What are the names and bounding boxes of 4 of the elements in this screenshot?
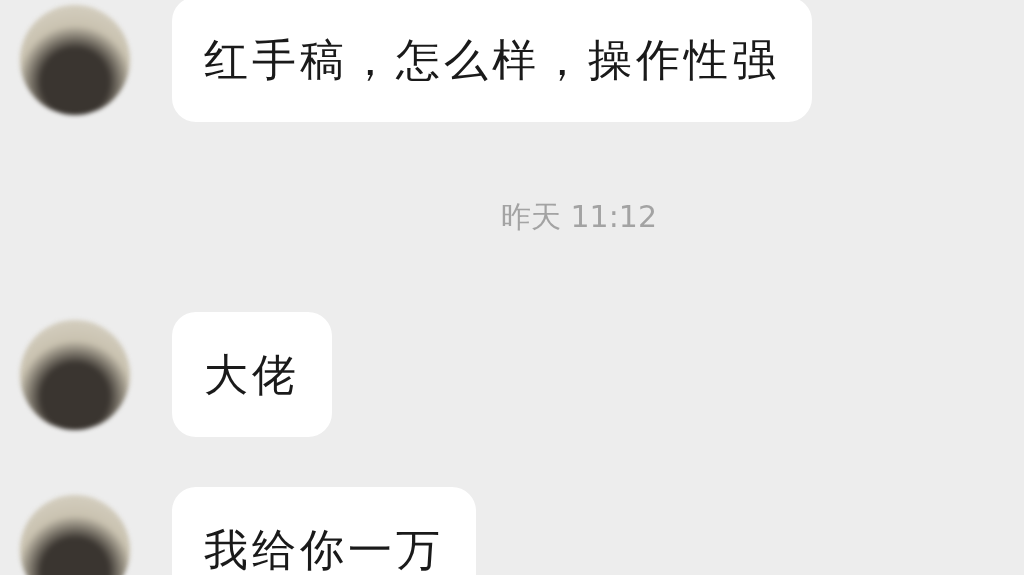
message-bubble: 红手稿，怎么样，操作性强 <box>172 0 812 122</box>
timestamp: 昨天 11:12 <box>501 197 657 236</box>
message-bubble: 大佬 <box>172 312 332 437</box>
message-bubble: 我给你一万 <box>172 487 476 575</box>
